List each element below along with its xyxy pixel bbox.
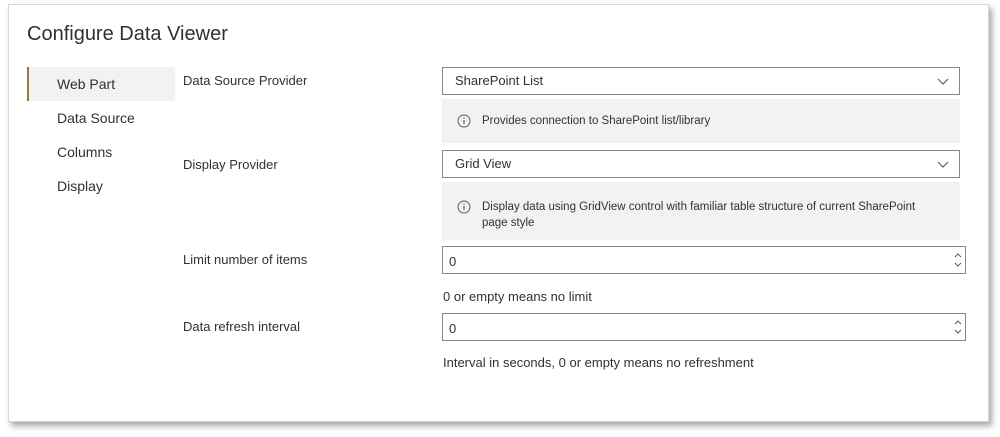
display-provider-value: Grid View <box>455 156 512 171</box>
spin-arrows-icon[interactable] <box>953 316 963 338</box>
refresh-interval-label: Data refresh interval <box>183 319 301 334</box>
refresh-interval-hint: Interval in seconds, 0 or empty means no… <box>443 355 754 370</box>
display-provider-select[interactable]: Grid View <box>442 150 960 178</box>
refresh-interval-stepper[interactable] <box>442 313 966 341</box>
nav-item-web-part[interactable]: Web Part <box>27 67 175 101</box>
data-source-provider-info-text: Provides connection to SharePoint list/l… <box>482 115 711 127</box>
display-provider-info-text: Display data using GridView control with… <box>482 201 916 229</box>
chevron-down-icon <box>937 78 949 85</box>
nav-item-display[interactable]: Display <box>27 169 175 203</box>
data-source-provider-select[interactable]: SharePoint List <box>442 67 960 95</box>
data-source-provider-info: Provides connection to SharePoint list/l… <box>442 99 960 143</box>
page-title: Configure Data Viewer <box>27 23 228 45</box>
info-icon <box>457 200 471 214</box>
chevron-down-icon <box>937 161 949 168</box>
side-nav: Web Part Data Source Columns Display <box>27 67 175 203</box>
configure-dialog: Configure Data Viewer Web Part Data Sour… <box>8 4 989 422</box>
display-provider-label: Display Provider <box>183 157 278 172</box>
data-source-provider-value: SharePoint List <box>455 73 544 88</box>
limit-items-label: Limit number of items <box>183 252 308 267</box>
data-source-provider-label: Data Source Provider <box>183 73 308 88</box>
nav-item-columns[interactable]: Columns <box>27 135 175 169</box>
display-provider-info: Display data using GridView control with… <box>442 182 960 240</box>
limit-items-hint: 0 or empty means no limit <box>443 289 592 304</box>
refresh-interval-input[interactable] <box>447 315 931 341</box>
nav-item-data-source[interactable]: Data Source <box>27 101 175 135</box>
info-icon <box>457 114 471 128</box>
limit-items-input[interactable] <box>447 248 931 274</box>
spin-arrows-icon[interactable] <box>953 249 963 271</box>
limit-items-stepper[interactable] <box>442 246 966 274</box>
